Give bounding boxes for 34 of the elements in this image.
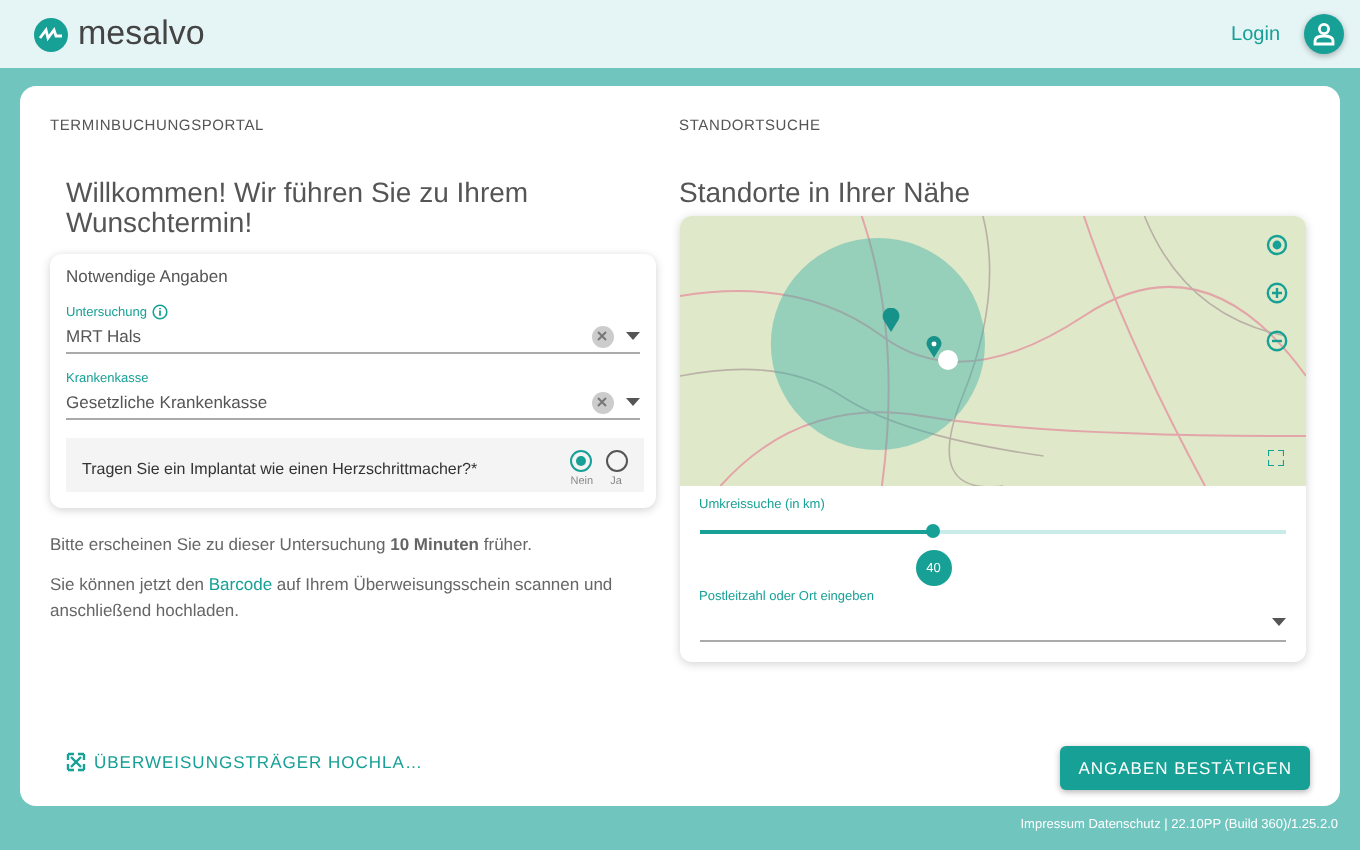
barcode-note: Sie können jetzt den Barcode auf Ihrem Überweisungsschein scannen und anschließend hochladen. <box>50 572 615 624</box>
slider-thumb[interactable] <box>926 524 941 538</box>
radio-button[interactable] <box>570 450 593 472</box>
question-text: Tragen Sie ein Implantat wie einen Herzschrittmacher?* <box>82 460 478 478</box>
confirm-button[interactable]: ANGABEN BESTÄTIGEN <box>1060 746 1310 790</box>
select-field[interactable]: MRT Hals <box>66 320 640 354</box>
logo-text: mesalvo <box>78 14 205 54</box>
zoom-out-icon[interactable] <box>1265 330 1288 352</box>
form-title: Notwendige Angaben <box>66 266 230 286</box>
map-placeholder[interactable] <box>679 216 1306 486</box>
zoom-in-icon[interactable] <box>1265 282 1288 304</box>
radio-button[interactable] <box>605 450 628 472</box>
login-link[interactable]: Login <box>1231 23 1280 45</box>
position-marker-icon <box>937 350 958 370</box>
user-icon <box>1312 22 1336 46</box>
location-pin-icon[interactable] <box>881 308 900 332</box>
arrival-note: Bitte erscheinen Sie zu dieser Untersuchung 10 Minuten früher. <box>50 532 534 558</box>
dropdown-caret-icon[interactable] <box>625 332 640 340</box>
upload-button[interactable]: ÜBERWEISUNGSTRÄGER HOCHLA… <box>50 744 439 780</box>
clear-icon[interactable] <box>591 391 614 413</box>
welcome-heading: Willkommen! Wir führen Sie zu Ihrem Wunschtermin! <box>66 178 531 238</box>
location-pin-icon[interactable] <box>925 336 942 358</box>
user-avatar-button[interactable] <box>1304 14 1344 54</box>
clear-icon[interactable] <box>591 325 614 347</box>
dropdown-caret-icon[interactable] <box>1271 618 1286 626</box>
locate-icon[interactable] <box>1265 234 1288 256</box>
scan-icon <box>66 752 86 772</box>
fullscreen-icon[interactable] <box>1267 450 1284 466</box>
select-field[interactable]: Gesetzliche Krankenkasse <box>66 386 640 420</box>
logo-icon <box>34 17 68 51</box>
info-icon[interactable] <box>152 304 169 320</box>
dropdown-caret-icon[interactable] <box>625 398 640 406</box>
locations-heading: Standorte in Ihrer Nähe <box>679 178 973 208</box>
barcode-link[interactable]: Barcode <box>208 574 273 594</box>
